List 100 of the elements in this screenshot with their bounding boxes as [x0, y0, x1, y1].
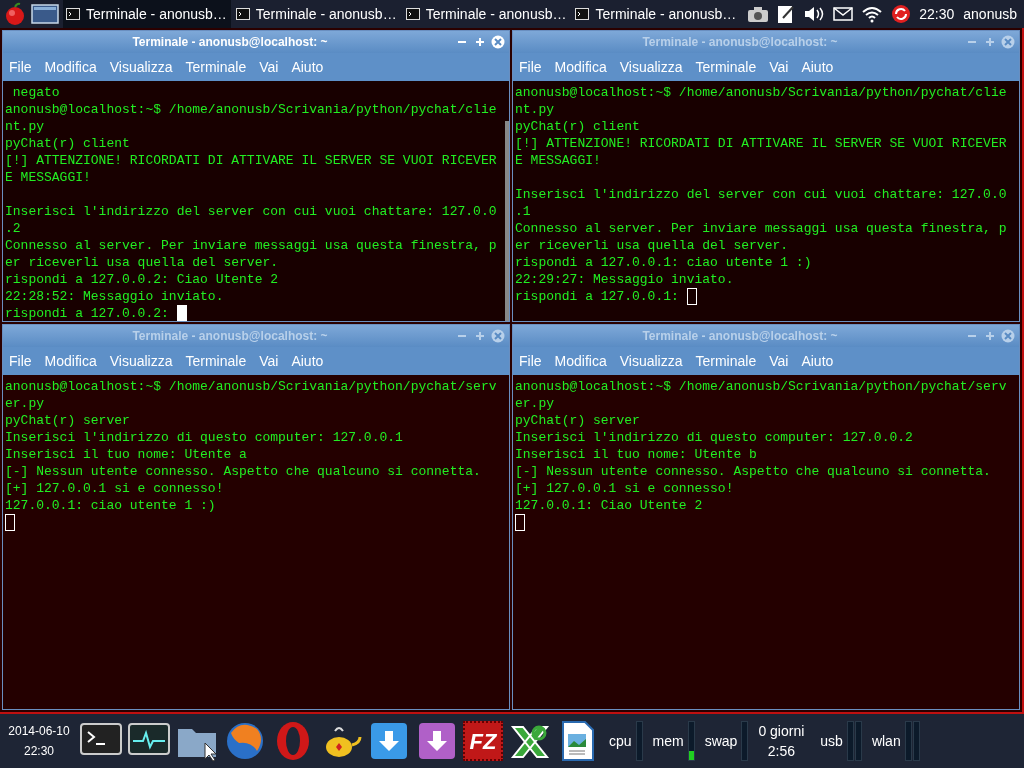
clock-text: 22:30	[24, 743, 54, 760]
terminal-line: anonusb@localhost:~$ /home/anonusb/Scrivania/python/pychat/clie	[5, 102, 497, 117]
menu-item[interactable]: Visualizza	[619, 56, 683, 78]
terminal-line: anonusb@localhost:~$ /home/anonusb/Scrivania/python/pychat/clie	[515, 85, 1007, 100]
terminal-line: Inserisci l'indirizzo di questo computer: 127.0.0.2	[515, 430, 913, 445]
terminal-line: er riceverli usa quella del server.	[515, 238, 789, 253]
terminal-line: .2	[5, 221, 21, 236]
terminal-line: Inserisci l'indirizzo del server con cui vuoi chattare: 127.0.0	[5, 204, 497, 219]
menu-item[interactable]: Visualizza	[109, 56, 173, 78]
terminal-line: Connesso al server. Per inviare messaggi usa questa finestra, p	[515, 221, 1007, 236]
menu-item[interactable]: Modifica	[554, 350, 607, 372]
window-title: Terminale - anonusb@localhost: ~	[131, 34, 329, 51]
terminal-line: rispondi a 127.0.0.1: ciao utente 1 :)	[515, 255, 812, 270]
terminal-line: Inserisci il tuo nome: Utente a	[5, 447, 247, 462]
terminal-line: 127.0.0.1: ciao utente 1 :)	[5, 498, 216, 513]
terminal-line: pyChat(r) server	[5, 413, 130, 428]
terminal-line: [+] 127.0.0.1 si e connesso!	[5, 481, 224, 496]
menu-item[interactable]: File	[519, 56, 542, 78]
window-title: Terminale - anonusb@localhost: ~	[131, 328, 329, 345]
menu-item[interactable]: Visualizza	[109, 350, 173, 372]
speaker-icon[interactable]	[803, 5, 826, 23]
terminal-line: er riceverli usa quella del server.	[5, 255, 279, 270]
terminal-line: [-] Nessun utente connesso. Aspetto che qualcuno si connetta.	[5, 464, 481, 479]
terminal-line: pyChat(r) client	[515, 119, 640, 134]
menu-item[interactable]: File	[9, 350, 32, 372]
terminal-area[interactable]	[3, 375, 509, 709]
menu-item[interactable]: Vai	[259, 56, 279, 78]
terminal-line: rispondi a 127.0.0.2:	[5, 306, 170, 321]
terminal-line: 127.0.0.1: Ciao Utente 2	[515, 498, 703, 513]
terminal-line: er.py	[5, 396, 44, 411]
menu-item[interactable]: Terminale	[695, 350, 757, 372]
menu-item[interactable]: File	[519, 350, 542, 372]
uptime-text: 2:56	[767, 742, 795, 761]
terminal-line: E MESSAGGI!	[515, 153, 601, 168]
scrollbar[interactable]	[505, 121, 509, 321]
terminal-line: rispondi a 127.0.0.1:	[515, 289, 680, 304]
terminal-icon	[66, 8, 80, 20]
desktop-icon[interactable]	[31, 3, 59, 25]
meter-label: wlan	[871, 731, 901, 751]
meter-label: swap	[704, 731, 738, 751]
menu-item[interactable]: Aiuto	[801, 350, 834, 372]
terminal-line: er.py	[515, 396, 554, 411]
terminal-line: E MESSAGGI!	[5, 170, 91, 185]
terminal-line: pyChat(r) server	[515, 413, 640, 428]
terminal-line: [!] ATTENZIONE! RICORDATI DI ATTIVARE IL SERVER SE VUOI RICEVER	[5, 153, 497, 168]
clock-text: 22:30	[919, 4, 955, 24]
uptime-text: 0 giorni	[758, 722, 805, 741]
camera-icon[interactable]	[747, 5, 770, 23]
menu-item[interactable]: Terminale	[185, 350, 247, 372]
window-title: Terminale - anonusb@localhost: ~	[641, 34, 839, 51]
terminal-line: nt.py	[5, 119, 44, 134]
menu-item[interactable]: Terminale	[695, 56, 757, 78]
menu-item[interactable]: File	[9, 56, 32, 78]
terminal-line: [!] ATTENZIONE! RICORDATI DI ATTIVARE IL SERVER SE VUOI RICEVER	[515, 136, 1007, 151]
meter-label: cpu	[609, 731, 632, 751]
menu-item[interactable]: Aiuto	[801, 56, 834, 78]
menu-item[interactable]: Modifica	[44, 56, 97, 78]
terminal-line: Inserisci l'indirizzo di questo computer: 127.0.0.1	[5, 430, 403, 445]
meter-label: usb	[820, 731, 843, 751]
terminal-line: pyChat(r) client	[5, 136, 130, 151]
close-icon[interactable]	[491, 35, 505, 49]
date-text: 2014-06-10	[8, 723, 70, 740]
terminal-icon	[575, 8, 590, 20]
terminal-line: anonusb@localhost:~$ /home/anonusb/Scrivania/python/pychat/serv	[5, 379, 497, 394]
terminal-area[interactable]	[513, 375, 1019, 709]
wifi-icon[interactable]	[861, 5, 884, 23]
refresh-icon[interactable]	[891, 4, 912, 24]
menu-item[interactable]: Vai	[769, 350, 789, 372]
menu-item[interactable]: Visualizza	[619, 350, 683, 372]
terminal-line: .1	[515, 204, 531, 219]
envelope-icon[interactable]	[833, 6, 854, 22]
terminal-line: [+] 127.0.0.1 si e connesso!	[515, 481, 734, 496]
filezilla-logo[interactable]: FZ	[463, 721, 503, 761]
terminal-icon	[405, 8, 420, 20]
terminal-line: Inserisci il tuo nome: Utente b	[515, 447, 757, 462]
terminal-line: Connesso al server. Per inviare messaggi usa questa finestra, p	[5, 238, 497, 253]
window-title: Terminale - anonusb@localhost: ~	[641, 328, 839, 345]
menu-item[interactable]: Aiuto	[291, 350, 324, 372]
terminal-line: rispondi a 127.0.0.2: Ciao Utente 2	[5, 272, 279, 287]
terminal-line: 22:28:52: Messaggio inviato.	[5, 289, 224, 304]
terminal-line: nt.py	[515, 102, 554, 117]
terminal-line: negato	[11, 85, 60, 100]
menu-item[interactable]: Vai	[259, 350, 279, 372]
terminal-area[interactable]	[3, 81, 509, 321]
menu-item[interactable]: Modifica	[44, 350, 97, 372]
menu-item[interactable]: Vai	[769, 56, 789, 78]
apple-icon[interactable]	[3, 2, 27, 26]
terminal-icon	[235, 8, 250, 20]
terminal-line: [-] Nessun utente connesso. Aspetto che qualcuno si connetta.	[515, 464, 991, 479]
menu-item[interactable]: Modifica	[554, 56, 607, 78]
terminal-line: anonusb@localhost:~$ /home/anonusb/Scrivania/python/pychat/serv	[515, 379, 1007, 394]
menu-item[interactable]: Aiuto	[291, 56, 324, 78]
terminal-area[interactable]	[513, 81, 1019, 321]
menu-item[interactable]: Terminale	[185, 56, 247, 78]
taskbar-button[interactable]: Terminale - anonusb…	[63, 0, 231, 28]
user-name[interactable]: anonusb	[963, 3, 1017, 25]
terminal-line: Inserisci l'indirizzo del server con cui vuoi chattare: 127.0.0	[515, 187, 1007, 202]
notepad-icon[interactable]	[777, 4, 796, 24]
meter-label: mem	[652, 731, 684, 751]
terminal-line: 22:29:27: Messaggio inviato.	[515, 272, 734, 287]
